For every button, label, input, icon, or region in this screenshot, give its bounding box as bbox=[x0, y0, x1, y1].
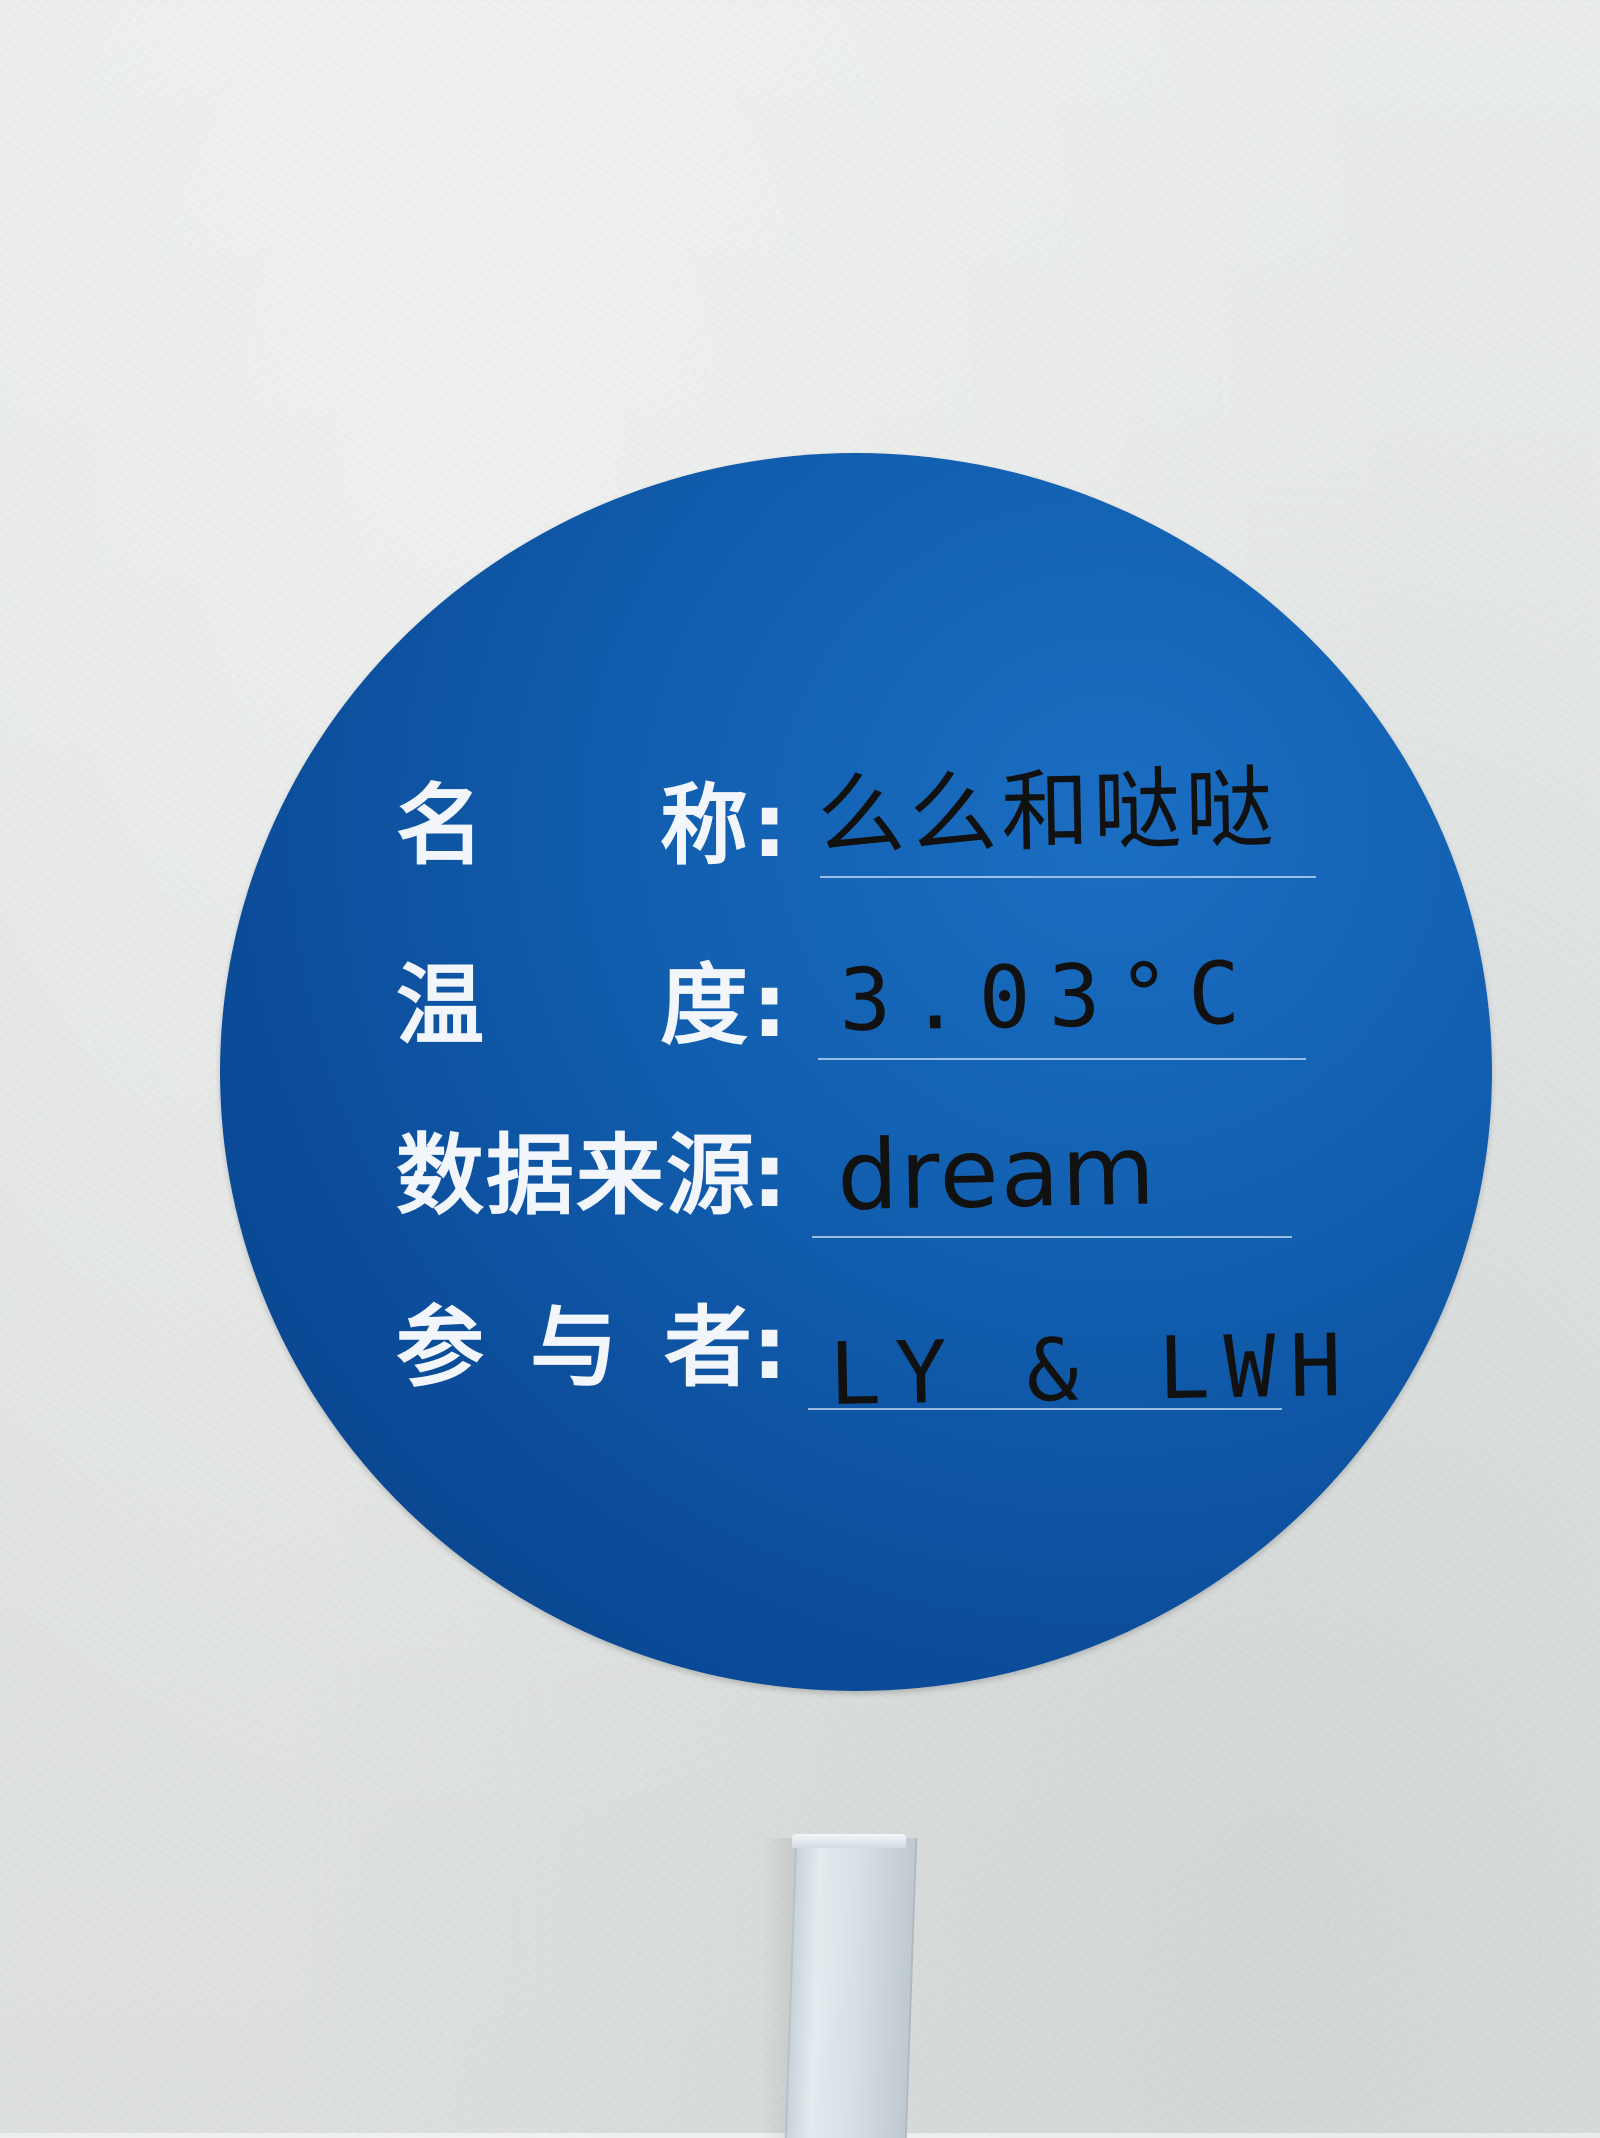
temperature-underline bbox=[818, 1058, 1306, 1060]
support-stick bbox=[784, 1838, 918, 2138]
label-temp-char-1: 温 bbox=[396, 954, 485, 1057]
label-participants-char-3: 者 bbox=[664, 1296, 753, 1399]
handwritten-participants-value: LY & LWH bbox=[828, 1315, 1357, 1425]
label-name-char-1: 名 bbox=[396, 774, 485, 877]
round-label-sticker bbox=[220, 453, 1492, 1691]
participants-underline bbox=[808, 1408, 1282, 1410]
label-data-source-colon: : bbox=[752, 1124, 788, 1227]
name-underline bbox=[820, 876, 1316, 878]
handwritten-data-source-value: dream bbox=[836, 1114, 1158, 1232]
data-source-underline bbox=[812, 1236, 1292, 1238]
handwritten-temperature-value: 3.03°C bbox=[838, 943, 1259, 1051]
label-name-colon: : bbox=[752, 774, 788, 877]
label-participants-colon: : bbox=[752, 1296, 788, 1399]
label-temp-colon: : bbox=[752, 954, 788, 1057]
label-data-source: 数据来源 bbox=[396, 1124, 757, 1227]
label-name-char-2: 称 bbox=[660, 774, 749, 877]
label-participants-char-1: 参 bbox=[396, 1296, 485, 1399]
handwritten-name-value: 么么和哒哒 bbox=[816, 755, 1279, 867]
label-participants-char-2: 与 bbox=[530, 1296, 619, 1399]
support-stick-top bbox=[792, 1834, 906, 1848]
label-temp-char-2: 度 bbox=[660, 954, 749, 1057]
